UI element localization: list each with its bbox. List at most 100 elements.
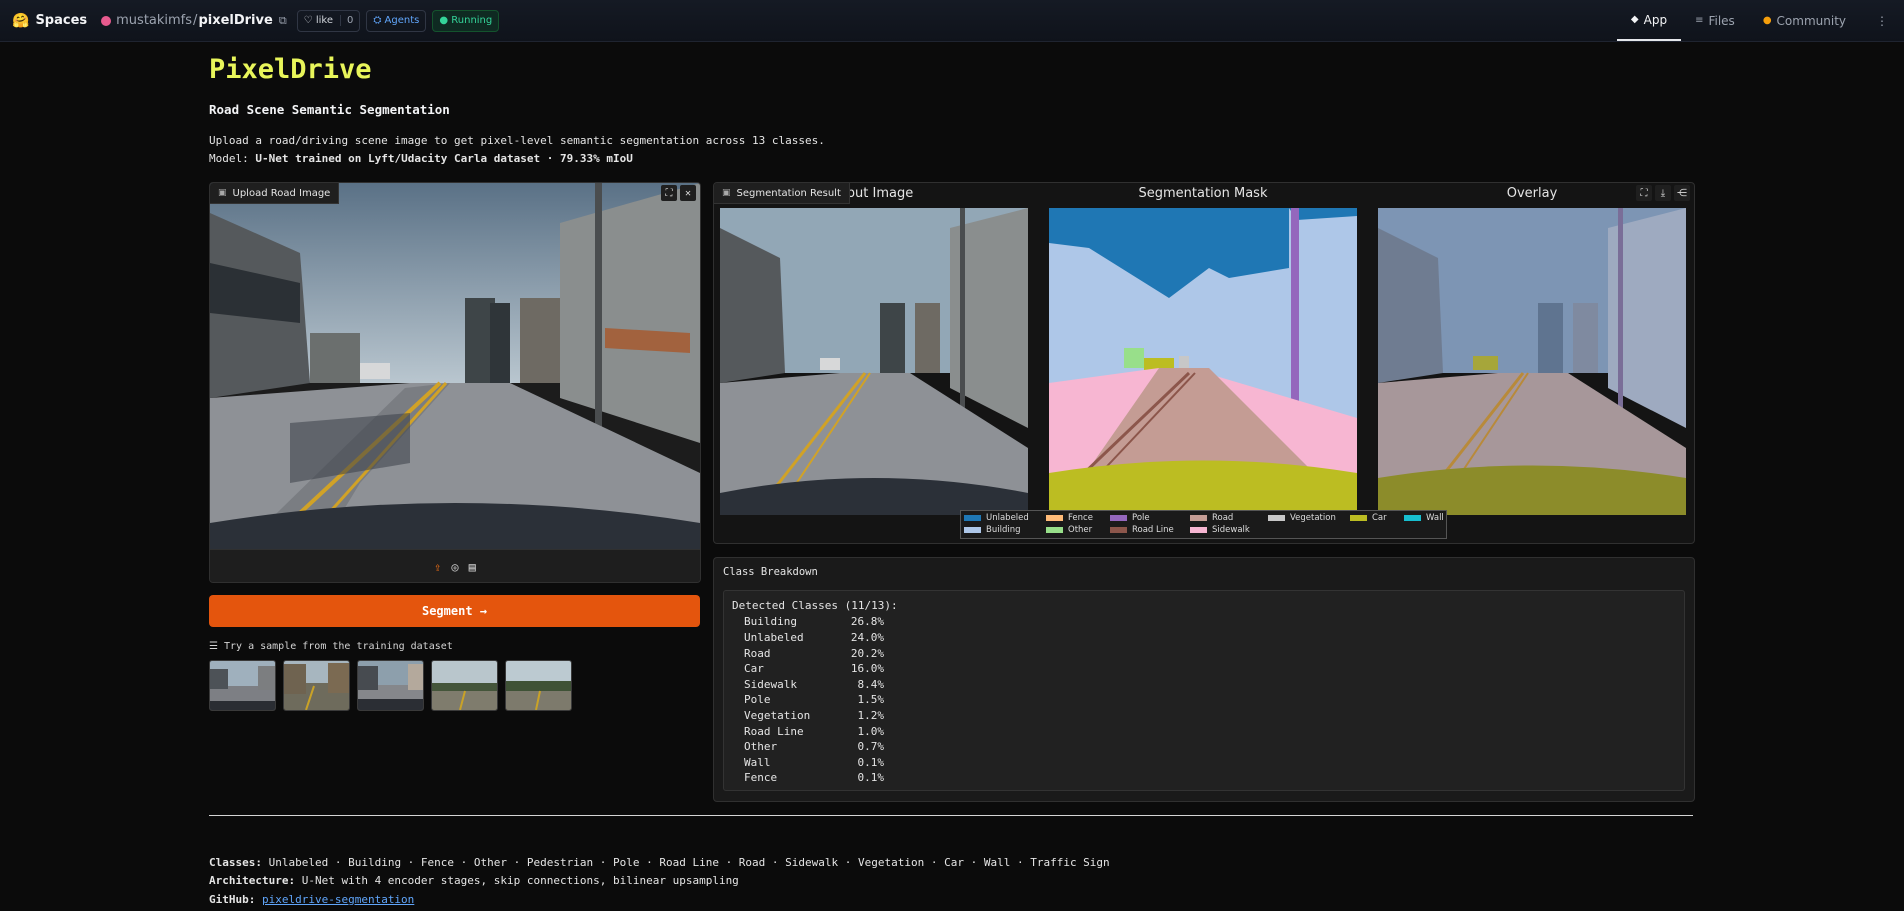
class-percent: 0.7% [857, 740, 885, 753]
clipboard-icon[interactable]: ▤ [469, 560, 476, 574]
legend-label: Building [986, 525, 1021, 535]
upload-icon[interactable]: ⇪ [434, 560, 441, 574]
description: Upload a road/driving scene image to get… [209, 134, 825, 147]
legend-label: Vegetation [1290, 513, 1336, 523]
tab-files-label: Files [1708, 13, 1735, 28]
legend-swatch [964, 515, 981, 521]
legend-entry: Car [1350, 513, 1387, 523]
owner-avatar [101, 15, 112, 26]
legend-entry: Other [1046, 525, 1092, 535]
segment-button[interactable]: Segment → [209, 595, 700, 627]
result-input-image [720, 208, 1028, 515]
app-icon: ◆ [1630, 14, 1639, 25]
class-percent: 0.1% [857, 756, 885, 769]
legend-entry: Sidewalk [1190, 525, 1250, 535]
breakdown-row: Unlabeled 24.0% [744, 631, 884, 644]
sample-thumbnail[interactable] [431, 660, 498, 711]
class-percent: 1.5% [857, 693, 885, 706]
legend-swatch [1190, 515, 1207, 521]
webcam-icon[interactable]: ◎ [451, 560, 458, 574]
class-name: Building [744, 615, 797, 628]
tab-files[interactable]: ≡ Files [1681, 0, 1749, 41]
fullscreen-icon[interactable]: ⛶ [1636, 185, 1652, 201]
like-count: 0 [339, 15, 353, 26]
class-name: Unlabeled [744, 631, 804, 644]
list-icon: ☰ [209, 641, 224, 652]
download-icon[interactable]: ⤓ [1655, 185, 1671, 201]
like-label: like [315, 15, 333, 26]
hugging-face-logo-icon[interactable]: 🤗 [12, 13, 29, 29]
classes-info: Classes: Unlabeled · Building · Fence · … [209, 856, 1110, 869]
legend-label: Fence [1068, 513, 1093, 523]
class-name: Sidewalk [744, 678, 797, 691]
agents-label: Agents [384, 15, 420, 26]
status-badge[interactable]: ● Running [432, 9, 500, 32]
result-label-chip: ▣ Segmentation Result [714, 183, 850, 204]
repo-name-link[interactable]: pixelDrive [198, 13, 272, 28]
agents-button[interactable]: ⛭ Agents [366, 9, 427, 32]
status-label: Running [451, 15, 493, 26]
sample-thumbnail[interactable] [357, 660, 424, 711]
legend-entry: Wall [1404, 513, 1444, 523]
image-icon: ▣ [218, 188, 227, 198]
github-label: GitHub: [209, 893, 256, 906]
uploaded-road-image [210, 183, 700, 549]
legend-entry: Unlabeled [964, 513, 1029, 523]
github-link[interactable]: pixeldrive-segmentation [262, 893, 414, 906]
col-title-mask: Segmentation Mask [1138, 186, 1268, 201]
result-label: Segmentation Result [736, 187, 841, 199]
tab-app[interactable]: ◆ App [1616, 0, 1682, 41]
breakdown-textbox[interactable]: Detected Classes (11/13): Building 26.8% … [723, 590, 1685, 791]
legend-swatch [1268, 515, 1285, 521]
legend-label: Wall [1426, 513, 1444, 523]
page-title: PixelDrive [209, 54, 372, 85]
legend-entry: Building [964, 525, 1020, 535]
community-icon: ● [1762, 15, 1772, 26]
breakdown-header: Detected Classes (11/13): [732, 599, 898, 612]
heart-icon: ♡ [303, 15, 316, 26]
legend-label: Sidewalk [1212, 525, 1250, 535]
copy-icon[interactable]: ⧉ [279, 14, 287, 28]
class-name: Car [744, 662, 764, 675]
tab-community[interactable]: ● Community [1749, 0, 1860, 41]
breakdown-row: Fence 0.1% [744, 771, 884, 784]
owner-link[interactable]: mustakimfs [116, 13, 192, 28]
like-button[interactable]: ♡ like 0 [296, 9, 361, 32]
class-name: Road Line [744, 725, 804, 738]
class-percent: 24.0% [850, 631, 884, 644]
class-name: Wall [744, 756, 771, 769]
breakdown-row: Vegetation 1.2% [744, 709, 884, 722]
result-mask-image [1049, 208, 1357, 515]
model-info: Model: U-Net trained on Lyft/Udacity Car… [209, 152, 633, 165]
legend-entry: Fence [1046, 513, 1093, 523]
sample-thumbnail[interactable] [505, 660, 572, 711]
architecture-info: Architecture: U-Net with 4 encoder stage… [209, 874, 739, 887]
share-icon[interactable]: ⋲ [1674, 185, 1690, 201]
spaces-link[interactable]: Spaces [35, 13, 87, 28]
class-percent: 1.2% [857, 709, 885, 722]
legend-label: Car [1372, 513, 1387, 523]
class-percent: 8.4% [857, 678, 885, 691]
class-name: Road [744, 647, 771, 660]
sample-thumbnail[interactable] [209, 660, 276, 711]
more-options-icon[interactable]: ⋮ [1860, 0, 1904, 41]
class-percent: 1.0% [857, 725, 885, 738]
samples-label-text: Try a sample from the training dataset [224, 641, 453, 652]
upload-image-panel[interactable]: ▣ Upload Road Image ⛶ ✕ ⇪ ◎ ▤ [209, 182, 701, 583]
legend-label: Pole [1132, 513, 1150, 523]
model-prefix: Model: [209, 152, 249, 165]
breakdown-row: Building 26.8% [744, 615, 884, 628]
class-name: Vegetation [744, 709, 811, 722]
breakdown-row: Road 20.2% [744, 647, 884, 660]
fullscreen-icon[interactable]: ⛶ [661, 185, 677, 201]
classes-label: Classes: [209, 856, 262, 869]
samples-label: ☰ Try a sample from the training dataset [209, 641, 453, 652]
legend-swatch [1110, 515, 1127, 521]
legend-label: Unlabeled [986, 513, 1029, 523]
close-icon[interactable]: ✕ [680, 185, 696, 201]
legend-swatch [1350, 515, 1367, 521]
class-percent: 0.1% [857, 771, 885, 784]
files-icon: ≡ [1695, 15, 1704, 26]
sample-thumbnail[interactable] [283, 660, 350, 711]
breakdown-row: Pole 1.5% [744, 693, 884, 706]
